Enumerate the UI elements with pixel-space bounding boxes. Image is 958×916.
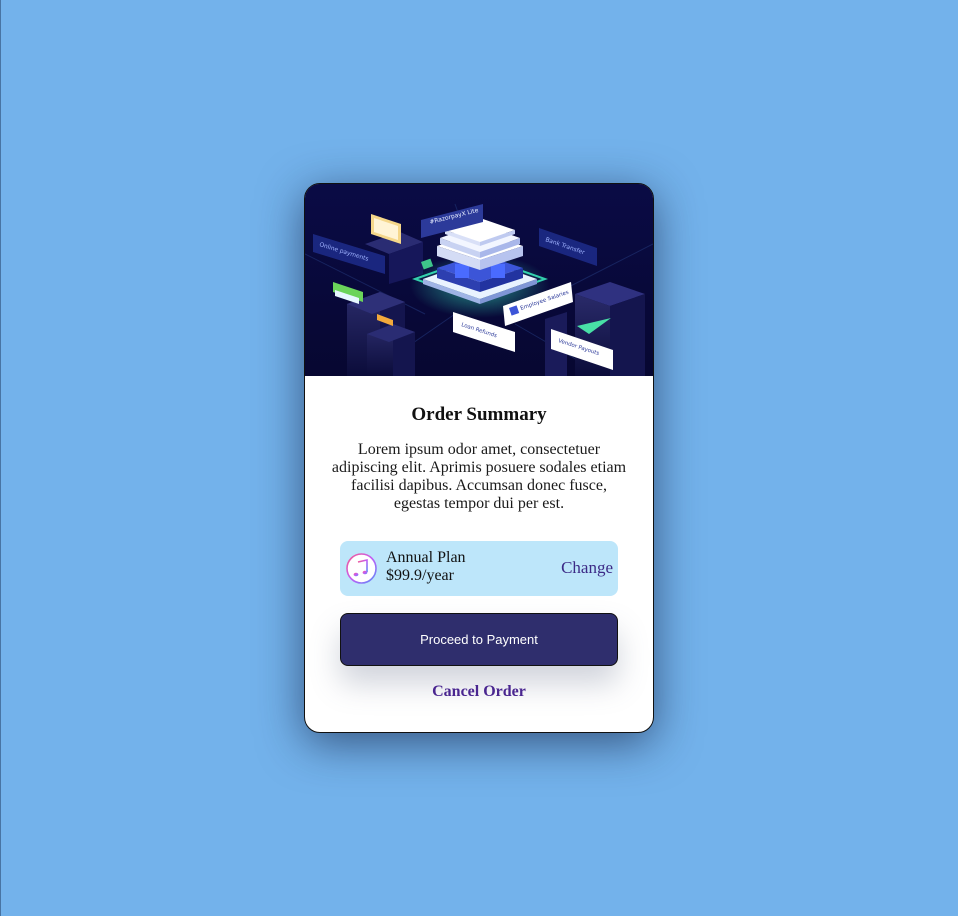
order-description: Lorem ipsum odor amet, consectetuer adip…	[331, 441, 627, 512]
music-note-icon	[346, 553, 377, 584]
proceed-to-payment-button[interactable]: Proceed to Payment	[340, 613, 618, 666]
order-summary-card: #RazorpayX Lite Online payments Bank Tra…	[304, 183, 654, 733]
window-edge	[0, 0, 1, 916]
page-title: Order Summary	[411, 404, 547, 425]
hero-illustration: #RazorpayX Lite Online payments Bank Tra…	[305, 184, 653, 376]
plan-name: Annual Plan	[386, 549, 466, 566]
cancel-order-link[interactable]: Cancel Order	[305, 683, 653, 701]
plan-selector: Annual Plan $99.9/year Change	[340, 541, 618, 596]
plan-price: $99.9/year	[386, 567, 454, 584]
change-plan-link[interactable]: Change	[561, 558, 613, 578]
